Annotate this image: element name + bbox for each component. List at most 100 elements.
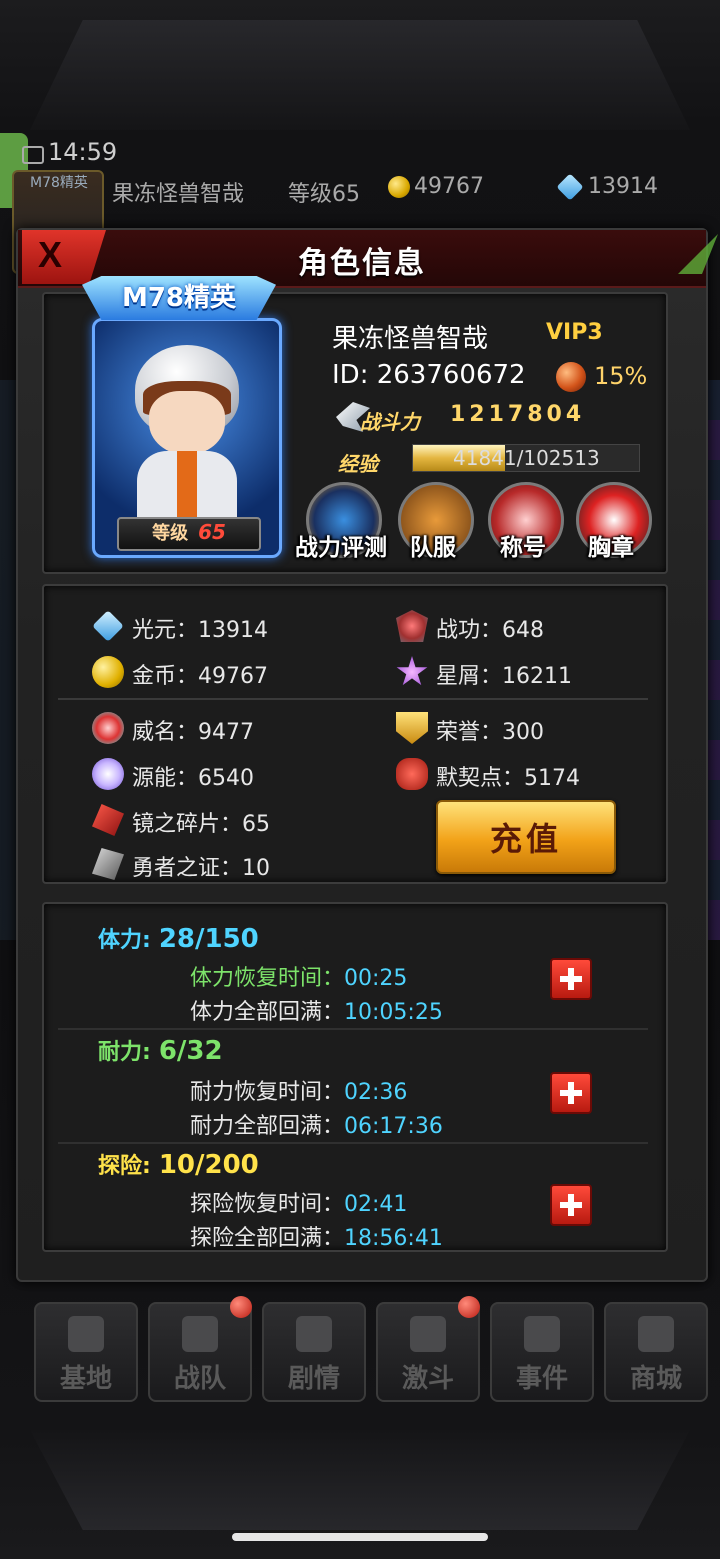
badge-button[interactable]: 胸章 xyxy=(568,482,654,562)
feature-label: 胸章 xyxy=(588,535,634,561)
stamina-header: 体力: 28/150 xyxy=(98,922,259,954)
feature-label: 队服 xyxy=(410,535,456,561)
home-indicator[interactable] xyxy=(232,1533,488,1541)
stamina-value: 28/150 xyxy=(158,924,259,954)
fist-icon xyxy=(396,758,428,790)
resource-divider xyxy=(58,698,648,700)
team-cards-icon xyxy=(182,1316,218,1352)
stamina-recover-line: 体力恢复时间：00:25 xyxy=(190,960,407,992)
bonus-orb-icon xyxy=(556,362,586,392)
fame-icon xyxy=(92,712,124,744)
resource-text: 战功：648 xyxy=(436,618,544,643)
events-icon xyxy=(524,1316,560,1352)
stamina-label: 体力: xyxy=(98,928,151,953)
player-name: 果冻怪兽智哉 xyxy=(332,324,489,354)
top-gold-value: 49767 xyxy=(414,174,484,199)
resource-text: 光元：13914 xyxy=(132,618,268,643)
nav-base[interactable]: 基地 xyxy=(34,1302,138,1402)
add-endurance-button[interactable] xyxy=(550,1072,592,1114)
explore-full-line: 探险全部回满：18:56:41 xyxy=(190,1220,443,1252)
power-value: 1217804 xyxy=(450,402,586,427)
resource-text: 源能：6540 xyxy=(132,766,254,791)
team-uniform-button[interactable]: 队服 xyxy=(390,482,476,562)
resource-text: 荣誉：300 xyxy=(436,720,544,745)
level-value: 65 xyxy=(198,520,226,544)
explore-full-label: 探险全部回满： xyxy=(190,1226,345,1251)
add-explore-button[interactable] xyxy=(550,1184,592,1226)
explore-recover-label: 探险恢复时间： xyxy=(190,1192,345,1217)
close-icon: X xyxy=(38,234,63,275)
bonus-percent: 15% xyxy=(594,362,648,390)
nav-label: 事件 xyxy=(515,1364,568,1394)
bottom-nav: 基地 战队 剧情 激斗 事件 商城 xyxy=(34,1302,708,1402)
exp-text: 41841/102513 xyxy=(453,446,600,470)
explore-full-time: 18:56:41 xyxy=(344,1226,443,1251)
nav-shop[interactable]: 商城 xyxy=(604,1302,708,1402)
character-portrait[interactable]: 等级 65 xyxy=(92,318,282,558)
energy-orb-icon xyxy=(92,758,124,790)
nav-label: 商城 xyxy=(629,1364,682,1394)
explore-header: 探险: 10/200 xyxy=(98,1148,259,1180)
stamina-panel: 体力: 28/150 体力恢复时间：00:25 体力全部回满：10:05:25 耐… xyxy=(42,902,668,1252)
endurance-full-label: 耐力全部回满： xyxy=(190,1114,345,1139)
vip-badge[interactable]: VIP3 xyxy=(546,320,603,345)
top-gems-value: 13914 xyxy=(588,174,658,199)
nav-label: 激斗 xyxy=(401,1364,454,1394)
notification-dot xyxy=(230,1296,252,1318)
explore-value: 10/200 xyxy=(158,1150,259,1180)
story-icon xyxy=(296,1316,332,1352)
endurance-value: 6/32 xyxy=(158,1036,223,1066)
face-graphic xyxy=(149,391,225,455)
endurance-header: 耐力: 6/32 xyxy=(98,1034,223,1066)
level-badge: 等级 65 xyxy=(117,517,261,551)
feature-label: 战力评测 xyxy=(295,535,387,561)
nav-story[interactable]: 剧情 xyxy=(262,1302,366,1402)
endurance-recover-label: 耐力恢复时间： xyxy=(190,1080,345,1105)
top-player-level: 等级65 xyxy=(288,182,360,207)
nav-label: 基地 xyxy=(59,1364,112,1394)
power-assessment-button[interactable]: 战力评测 xyxy=(295,482,387,562)
top-player-name: 果冻怪兽智哉 xyxy=(112,182,245,207)
stamina-full-line: 体力全部回满：10:05:25 xyxy=(190,994,443,1026)
power-label: 战斗力 xyxy=(360,410,420,434)
stardust-icon xyxy=(396,656,428,686)
explore-recover-line: 探险恢复时间：02:41 xyxy=(190,1186,407,1218)
bottom-frame-plate xyxy=(30,1430,690,1530)
top-gold: 49767 xyxy=(388,174,484,199)
rank-banner-text: M78精英 xyxy=(121,283,237,313)
stamina-divider xyxy=(58,1142,648,1144)
status-time: 14:59 xyxy=(48,138,118,166)
nav-label: 剧情 xyxy=(287,1364,340,1394)
shop-cart-icon xyxy=(638,1316,674,1352)
title-button[interactable]: 称号 xyxy=(480,482,566,562)
resource-text: 默契点：5174 xyxy=(436,766,580,791)
exp-label: 经验 xyxy=(338,452,378,476)
recharge-button[interactable]: 充值 xyxy=(436,800,616,874)
resource-text: 威名：9477 xyxy=(132,720,254,745)
resource-text: 镜之碎片：65 xyxy=(132,812,270,837)
battle-icon xyxy=(410,1316,446,1352)
rank-banner: M78精英 xyxy=(82,276,276,320)
gem-icon xyxy=(556,173,584,201)
resource-text: 金币：49767 xyxy=(132,664,268,689)
status-window-icon xyxy=(22,146,44,164)
feature-label: 称号 xyxy=(500,535,546,561)
level-label: 等级 xyxy=(152,523,189,544)
character-info-dialog: 角色信息 X 等级 65 M78精英 果冻怪兽智哉 VIP3 ID: 263760… xyxy=(16,228,718,1282)
base-icon xyxy=(68,1316,104,1352)
recharge-label: 充值 xyxy=(489,820,562,858)
coin-icon xyxy=(388,176,410,198)
stamina-divider xyxy=(58,1028,648,1030)
stamina-recover-label: 体力恢复时间： xyxy=(190,966,345,991)
gold-coin-icon xyxy=(92,656,124,688)
endurance-label: 耐力: xyxy=(98,1040,151,1065)
notification-dot xyxy=(458,1296,480,1318)
add-stamina-button[interactable] xyxy=(550,958,592,1000)
exp-bar: 41841/102513 xyxy=(412,444,640,472)
player-id: ID: 263760672 xyxy=(332,360,526,390)
top-gems: 13914 xyxy=(556,173,658,201)
honor-crest-icon xyxy=(396,712,428,744)
nav-events[interactable]: 事件 xyxy=(490,1302,594,1402)
mirror-shard-icon xyxy=(92,804,124,836)
resources-panel: 光元：13914 战功：648 金币：49767 星屑：16211 威名：947… xyxy=(42,584,668,884)
